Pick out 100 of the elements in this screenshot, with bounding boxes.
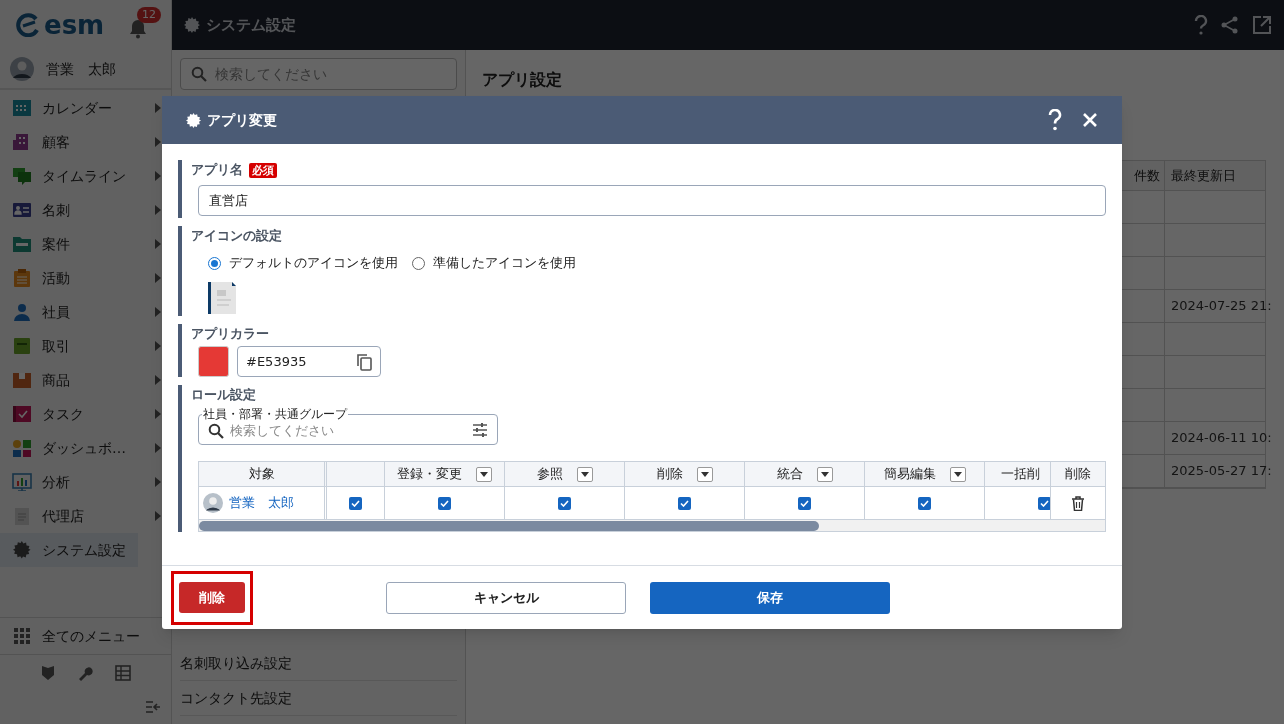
caret-down-icon [953,471,962,477]
all-menu-item[interactable]: 全てのメニュー [0,618,171,654]
column-header: 簡易編集 [883,465,936,484]
sidebar-item[interactable]: 社員 [0,295,171,329]
page-title: システム設定 [206,14,296,36]
sidebar-item[interactable]: 名刺 [0,193,171,227]
radio-option[interactable]: デフォルトのアイコンを使用 [208,253,398,273]
notebook-icon [12,337,32,355]
sidebar-item[interactable]: 取引 [0,329,171,363]
close-icon[interactable] [1082,112,1098,128]
column-menu-button[interactable] [476,466,492,482]
sidebar-item[interactable]: 商品 [0,363,171,397]
caret-down-icon [820,471,829,477]
table-cell-text: 2024-06-11 10: [1171,429,1272,448]
bar-chart-icon [12,473,32,491]
copy-icon[interactable] [356,352,372,371]
sidebar-item[interactable]: システム設定 [0,533,138,567]
sidebar-item[interactable]: 案件 [0,227,171,261]
table-cell-text: 2025-05-27 17: [1171,462,1272,481]
radio-option[interactable]: 準備したアイコンを使用 [412,253,576,273]
checkbox[interactable] [918,496,931,510]
document-icon [208,282,236,314]
column-header: 一括削 [1001,465,1040,484]
bell-icon[interactable] [129,19,147,39]
column-header: 統合 [776,465,803,484]
column-header: 最終更新日 [1170,166,1237,185]
member-link[interactable]: 営業 太郎 [229,493,294,513]
sidebar-item[interactable]: 活動 [0,261,171,295]
sidebar-item[interactable]: ダッシュボ… [0,431,171,465]
search-icon [191,66,207,82]
column-header: 登録・変更 [397,465,462,484]
table-icon[interactable] [114,664,131,681]
sidebar-item[interactable]: タイムライン [0,159,171,193]
caret-down-icon [700,471,709,477]
external-link-icon[interactable] [1252,15,1272,35]
table-cell-text: 2024-07-25 21: [1171,297,1272,316]
section-label: ロール設定 [191,386,256,405]
caret-down-icon [480,471,488,477]
check-icon [680,499,689,507]
save-button[interactable]: 保存 [650,581,890,614]
gear-icon [184,17,200,33]
checkbox[interactable] [558,496,571,510]
checkbox[interactable] [678,496,691,510]
check-icon [351,499,360,507]
sidebar-item[interactable]: 代理店 [0,499,171,533]
checkbox[interactable] [349,496,362,510]
settings-list-item[interactable]: コンタクト先設定 [180,681,457,716]
dashboard-icon [12,439,32,457]
calendar-icon [12,99,32,117]
id-card-icon [12,201,32,219]
check-icon [920,499,929,507]
folder-icon [12,235,32,253]
dialog-title: アプリ変更 [207,110,277,130]
checkbox[interactable] [798,496,811,510]
column-header: 削除 [1051,462,1105,487]
column-menu-button[interactable] [816,466,833,482]
grid-icon [14,628,30,644]
column-menu-button[interactable] [696,466,713,482]
check-icon [800,499,809,507]
task-icon [12,405,32,423]
sidebar-item[interactable]: タスク [0,397,171,431]
color-swatch[interactable] [198,346,229,377]
app-name-field[interactable]: 直営店 [198,185,1106,216]
logo-mark-icon [16,13,40,37]
logo-text: esm [44,12,105,38]
collapse-icon[interactable] [145,700,161,714]
sidebar-item[interactable]: カレンダー [0,91,171,125]
shield-icon[interactable] [40,664,55,681]
settings-list-item[interactable]: 名刺取り込み設定 [180,646,457,681]
column-menu-button[interactable] [949,466,966,482]
share-icon[interactable] [1220,15,1240,35]
help-icon[interactable] [1048,109,1062,131]
check-icon [1040,499,1049,507]
person-icon [12,303,32,321]
content-title: アプリ設定 [482,69,563,91]
sidebar-item[interactable]: 分析 [0,465,171,499]
delete-button[interactable]: 削除 [179,582,245,613]
color-field[interactable]: #E53935 [237,346,381,377]
section-label: アイコンの設定 [191,227,282,246]
column-header: 削除 [656,465,683,484]
checkbox[interactable] [438,496,451,510]
gear-icon [186,112,201,128]
document-icon [12,507,32,525]
sidebar-item[interactable]: 顧客 [0,125,171,159]
filter-icon[interactable] [472,422,488,437]
section-label: アプリ名 [191,161,243,180]
check-icon [440,499,449,507]
search-icon [208,422,224,439]
box-icon [12,371,32,389]
avatar-icon [203,493,223,513]
column-menu-button[interactable] [576,466,593,482]
required-badge: 必須 [249,162,277,178]
notification-badge: 12 [137,7,161,23]
user-name: 営業 太郎 [46,59,116,79]
scrollbar-thumb[interactable] [199,520,819,531]
caret-down-icon [580,471,589,477]
chat-icon [12,167,32,185]
cancel-button[interactable]: キャンセル [386,581,626,614]
trash-icon[interactable] [1072,495,1084,511]
checkbox[interactable] [1038,496,1050,510]
